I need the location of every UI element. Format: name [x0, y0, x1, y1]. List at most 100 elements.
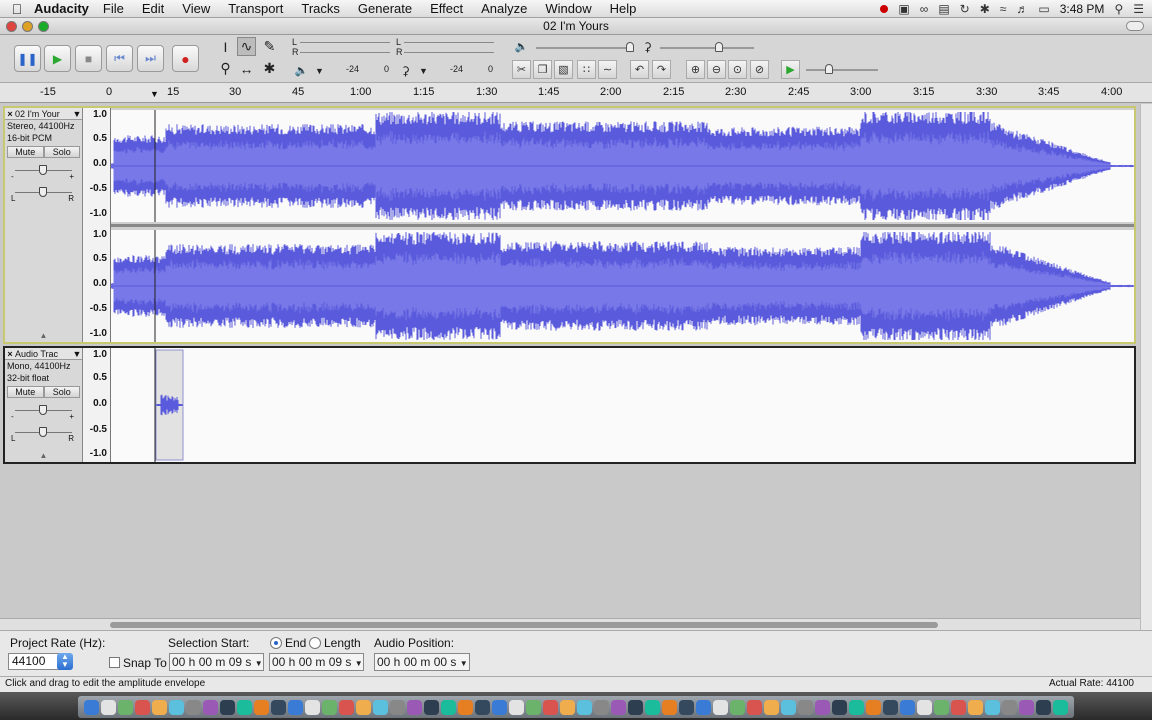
bluetooth-icon[interactable]: ✱: [980, 2, 990, 16]
pan-slider[interactable]: L R: [5, 422, 82, 444]
play-speed-slider[interactable]: [806, 69, 878, 71]
audio-position-field[interactable]: 00 h 00 m 00 s ▼: [374, 653, 470, 671]
volume-icon[interactable]: ♬: [1016, 2, 1028, 16]
dock-app-icon[interactable]: [560, 699, 575, 715]
record-meter-right[interactable]: [404, 52, 494, 53]
track-name[interactable]: 02 I'm Your: [15, 109, 72, 119]
dock-app-icon[interactable]: [662, 699, 677, 715]
waveform-mono-clip[interactable]: [111, 348, 1134, 462]
solo-button[interactable]: Solo: [43, 146, 80, 158]
playback-meter-left[interactable]: [300, 42, 390, 43]
dock-app-icon[interactable]: [254, 699, 269, 715]
dock-app-icon[interactable]: [628, 699, 643, 715]
zoom-window-button[interactable]: [38, 21, 49, 32]
collapse-track-icon[interactable]: ▲: [5, 331, 82, 340]
dock-app-icon[interactable]: [237, 699, 252, 715]
dock-app-icon[interactable]: [101, 699, 116, 715]
multi-tool-icon[interactable]: ✱: [260, 59, 279, 78]
record-meter-left[interactable]: [404, 42, 494, 43]
dock-app-icon[interactable]: [747, 699, 762, 715]
redo-button[interactable]: ↷: [652, 60, 671, 79]
menu-window[interactable]: Window: [545, 1, 591, 16]
dock-app-icon[interactable]: [985, 699, 1000, 715]
skip-start-button[interactable]: ⏮: [106, 45, 133, 72]
display-icon[interactable]: ▤: [938, 2, 949, 16]
dock-app-icon[interactable]: [679, 699, 694, 715]
dock-app-icon[interactable]: [594, 699, 609, 715]
zoom-out-button[interactable]: ⊖: [707, 60, 726, 79]
dock-app-icon[interactable]: [271, 699, 286, 715]
skip-end-button[interactable]: ⏭: [137, 45, 164, 72]
pan-thumb[interactable]: [39, 187, 47, 197]
dock-app-icon[interactable]: [815, 699, 830, 715]
draw-tool-icon[interactable]: ✎: [260, 37, 279, 56]
dock-app-icon[interactable]: [696, 699, 711, 715]
dock-app-icon[interactable]: [543, 699, 558, 715]
dock-app-icon[interactable]: [492, 699, 507, 715]
play-button[interactable]: ▶: [44, 45, 71, 72]
waveform-right-channel[interactable]: [111, 230, 1134, 342]
trim-button[interactable]: ∷: [577, 60, 596, 79]
dock-app-icon[interactable]: [832, 699, 847, 715]
dock-app-icon[interactable]: [849, 699, 864, 715]
close-track-icon[interactable]: ×: [5, 109, 15, 119]
dock-app-icon[interactable]: [645, 699, 660, 715]
dock-app-icon[interactable]: [900, 699, 915, 715]
dock-app-icon[interactable]: [611, 699, 626, 715]
dock-app-icon[interactable]: [713, 699, 728, 715]
dock-app-icon[interactable]: [407, 699, 422, 715]
dock-app-icon[interactable]: [1019, 699, 1034, 715]
pause-button[interactable]: ❚❚: [14, 45, 41, 72]
dropdown-icon[interactable]: ▼: [255, 659, 263, 668]
dock-app-icon[interactable]: [951, 699, 966, 715]
track-menu-dropdown-icon[interactable]: ▼: [72, 349, 82, 359]
dock-app-icon[interactable]: [135, 699, 150, 715]
snap-to-checkbox[interactable]: [109, 657, 120, 668]
zoom-tool-icon[interactable]: ⚲: [216, 59, 235, 78]
dock-app-icon[interactable]: [152, 699, 167, 715]
timeshift-tool-icon[interactable]: ↔: [237, 59, 256, 78]
output-volume-slider[interactable]: [536, 47, 630, 49]
dock-app-icon[interactable]: [577, 699, 592, 715]
menu-file[interactable]: File: [103, 1, 124, 16]
dock-app-icon[interactable]: [866, 699, 881, 715]
record-button[interactable]: ●: [172, 45, 199, 72]
vertical-scale[interactable]: 1.0 0.5 0.0 -0.5 -1.0 1.0 0.5 0.0 -0.5 -…: [83, 108, 111, 342]
toolbar-toggle-button[interactable]: [1126, 21, 1144, 31]
gain-slider[interactable]: - +: [5, 160, 82, 182]
menu-edit[interactable]: Edit: [142, 1, 164, 16]
dock-app-icon[interactable]: [526, 699, 541, 715]
dock-app-icon[interactable]: [917, 699, 932, 715]
menu-generate[interactable]: Generate: [358, 1, 412, 16]
dock-app-icon[interactable]: [781, 699, 796, 715]
zoom-in-button[interactable]: ⊕: [686, 60, 705, 79]
menu-help[interactable]: Help: [610, 1, 637, 16]
selection-end-field[interactable]: 00 h 00 m 09 s ▼: [269, 653, 364, 671]
dock-app-icon[interactable]: [203, 699, 218, 715]
gain-thumb[interactable]: [39, 405, 47, 415]
pan-slider[interactable]: L R: [5, 182, 82, 204]
apple-menu-icon[interactable]: : [0, 1, 34, 17]
dock-app-icon[interactable]: [730, 699, 745, 715]
menu-effect[interactable]: Effect: [430, 1, 463, 16]
dock-app-icon[interactable]: [373, 699, 388, 715]
vertical-scrollbar[interactable]: [1140, 104, 1152, 630]
playback-meter-right[interactable]: [300, 52, 390, 53]
output-volume-thumb[interactable]: [626, 42, 634, 52]
dock-app-icon[interactable]: [764, 699, 779, 715]
record-meter-menu-icon[interactable]: ▼: [414, 61, 433, 80]
track-name-menu[interactable]: × Audio Trac ▼: [5, 348, 82, 360]
record-indicator-icon[interactable]: [880, 5, 889, 13]
play-speed-thumb[interactable]: [825, 64, 833, 74]
dock-app-icon[interactable]: [305, 699, 320, 715]
mute-button[interactable]: Mute: [7, 386, 44, 398]
undo-button[interactable]: ↶: [630, 60, 649, 79]
dropdown-icon[interactable]: ▼: [355, 659, 363, 668]
solo-button[interactable]: Solo: [43, 386, 80, 398]
camera-icon[interactable]: ▣: [898, 2, 909, 16]
menu-transport[interactable]: Transport: [228, 1, 283, 16]
dock-app-icon[interactable]: [441, 699, 456, 715]
dock-app-icon[interactable]: [1002, 699, 1017, 715]
dock-app-icon[interactable]: [118, 699, 133, 715]
dock-app-icon[interactable]: [356, 699, 371, 715]
